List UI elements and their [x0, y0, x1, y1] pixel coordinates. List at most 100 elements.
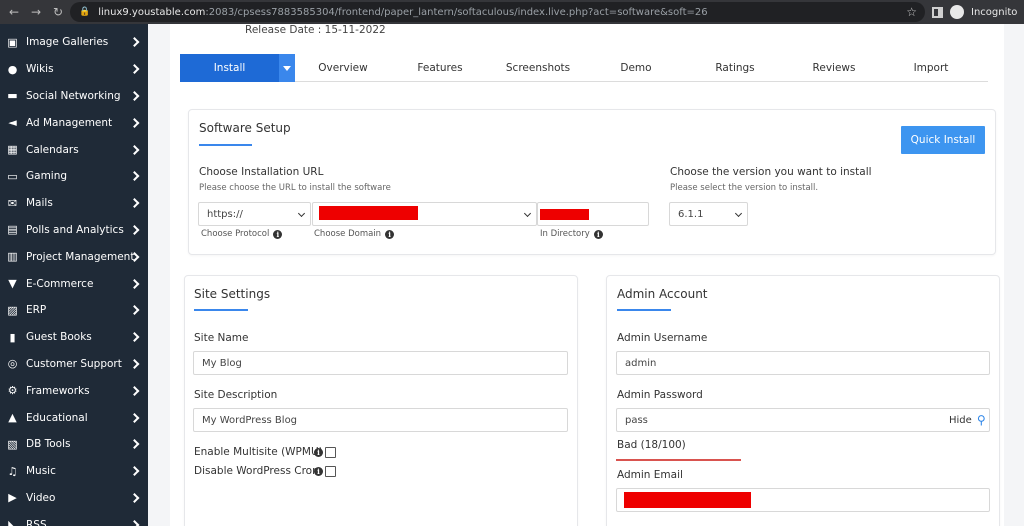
tab-reviews[interactable]: Reviews: [785, 54, 883, 82]
calendar-icon: ▦: [7, 143, 18, 157]
sidebar-item-label: Image Galleries: [26, 36, 109, 49]
sidebar-item-label: Polls and Analytics: [26, 223, 124, 236]
install-dropdown-button[interactable]: [279, 54, 295, 82]
software-setup-title: Software Setup: [199, 121, 291, 135]
sidebar-item-label: Wikis: [26, 63, 54, 76]
address-bar[interactable]: 🔒 linux9.youstable.com:2083/cpsess788358…: [70, 2, 925, 22]
cart-icon: ▼: [8, 277, 17, 291]
quick-install-button[interactable]: Quick Install: [901, 126, 985, 154]
sidebar-item-label: Mails: [26, 197, 53, 210]
tab-import[interactable]: Import: [883, 54, 979, 82]
admin-account-underline: [617, 309, 671, 311]
info-icon[interactable]: i: [385, 229, 395, 239]
admin-email-label: Admin Email: [617, 469, 683, 481]
sidebar-item-label: Frameworks: [26, 384, 90, 397]
protocol-hint-text: Choose Protocol: [201, 229, 270, 239]
sidebar-item-label: Educational: [26, 411, 88, 424]
main-content: Release Date : 15-11-2022 Install Overvi…: [148, 24, 1024, 526]
sidebar-item-polls-and-analytics[interactable]: ▤ Polls and Analytics: [0, 217, 148, 244]
bookmark-star-icon[interactable]: ☆: [906, 5, 917, 19]
chevron-right-icon: [129, 171, 140, 182]
hide-label: Hide: [949, 414, 972, 426]
password-strength-bar: [616, 459, 741, 461]
release-date: Release Date : 15-11-2022: [245, 24, 386, 36]
sidebar-item-mails[interactable]: ✉ Mails: [0, 190, 148, 217]
tab-overview[interactable]: Overview: [295, 54, 391, 82]
gamepad-icon: ▭: [7, 169, 18, 183]
sidebar-item-label: ERP: [26, 304, 47, 317]
chevron-right-icon: [129, 439, 140, 450]
poll-icon: ▤: [7, 223, 18, 237]
sidebar-item-label: RSS: [26, 518, 47, 526]
sidebar-item-ad-management[interactable]: ◄ Ad Management: [0, 109, 148, 136]
domain-hint-text: Choose Domain: [314, 229, 382, 239]
sidebar-item-music[interactable]: ♫ Music: [0, 458, 148, 485]
sidebar-item-gaming[interactable]: ▭ Gaming: [0, 163, 148, 190]
chevron-right-icon: [129, 492, 140, 503]
protocol-value: https://: [207, 208, 243, 220]
sidebar-item-customer-support[interactable]: ◎ Customer Support: [0, 351, 148, 378]
sidebar-item-label: Music: [26, 465, 56, 478]
tab-install[interactable]: Install: [180, 54, 279, 82]
tab-demo[interactable]: Demo: [587, 54, 685, 82]
multisite-checkbox[interactable]: [325, 447, 336, 458]
envelope-icon: ✉: [7, 196, 18, 210]
sidebar-item-image-galleries[interactable]: ▣ Image Galleries: [0, 29, 148, 56]
megaphone-icon: ◄: [8, 116, 17, 130]
url-host: linux9.youstable.com: [98, 6, 206, 18]
sidebar-item-e-commerce[interactable]: ▼ E-Commerce: [0, 270, 148, 297]
sidebar-item-guest-books[interactable]: ▮ Guest Books: [0, 324, 148, 351]
admin-username-input[interactable]: admin: [616, 351, 990, 375]
chevron-right-icon: [129, 412, 140, 423]
tab-features[interactable]: Features: [391, 54, 489, 82]
sidebar-item-rss[interactable]: ◣ RSS: [0, 511, 148, 526]
back-icon[interactable]: ←: [3, 5, 25, 19]
disable-cron-checkbox[interactable]: [325, 466, 336, 477]
chevron-right-icon: [129, 117, 140, 128]
lock-icon: 🔒: [79, 7, 91, 17]
sidebar-item-calendars[interactable]: ▦ Calendars: [0, 136, 148, 163]
reload-icon[interactable]: ↻: [47, 5, 69, 19]
clipboard-icon: ▥: [7, 250, 18, 264]
info-icon[interactable]: i: [314, 467, 323, 476]
hide-password-toggle[interactable]: Hide ⚲: [949, 413, 986, 427]
multisite-label: Enable Multisite (WPMU): [194, 446, 323, 458]
password-strength-text: Bad (18/100): [617, 439, 686, 451]
software-setup-underline: [199, 144, 252, 146]
domain-redaction: [319, 206, 418, 220]
directory-hint-text: In Directory: [540, 229, 590, 239]
tab-ratings[interactable]: Ratings: [685, 54, 785, 82]
lifebuoy-icon: ◎: [7, 357, 18, 371]
sidebar-item-social-networking[interactable]: ▬ Social Networking: [0, 83, 148, 110]
chart-icon: ▨: [7, 303, 18, 317]
info-icon[interactable]: i: [593, 229, 603, 239]
chevron-down-icon: [734, 209, 743, 218]
sidebar-item-erp[interactable]: ▨ ERP: [0, 297, 148, 324]
sidebar-item-label: Gaming: [26, 170, 68, 183]
sidebar-item-wikis[interactable]: ● Wikis: [0, 56, 148, 83]
info-icon[interactable]: i: [273, 229, 283, 239]
admin-password-input[interactable]: pass: [616, 408, 990, 432]
tab-screenshots[interactable]: Screenshots: [489, 54, 587, 82]
version-select[interactable]: 6.1.1: [669, 202, 748, 226]
sidebar-item-label: Video: [26, 491, 56, 504]
info-icon[interactable]: i: [314, 448, 323, 457]
sidebar-item-label: Project Management: [26, 250, 135, 263]
site-name-input[interactable]: My Blog: [193, 351, 568, 375]
sidebar-item-frameworks[interactable]: ⚙ Frameworks: [0, 377, 148, 404]
sidebar-item-educational[interactable]: ▲ Educational: [0, 404, 148, 431]
version-label: Choose the version you want to install: [670, 166, 872, 178]
browser-toolbar: ← → ↻ 🔒 linux9.youstable.com:2083/cpsess…: [0, 0, 1024, 24]
side-panel-icon[interactable]: [932, 6, 943, 18]
chevron-right-icon: [129, 519, 140, 526]
protocol-select[interactable]: https://: [198, 202, 311, 226]
sidebar-item-db-tools[interactable]: ▧ DB Tools: [0, 431, 148, 458]
caret-down-icon: [283, 65, 291, 71]
site-description-input[interactable]: My WordPress Blog: [193, 408, 568, 432]
cogs-icon: ⚙: [7, 384, 18, 398]
chevron-right-icon: [129, 225, 140, 235]
sidebar-item-video[interactable]: ▶ Video: [0, 485, 148, 512]
chevron-right-icon: [129, 359, 140, 369]
sidebar-item-project-management[interactable]: ▥ Project Management: [0, 243, 148, 270]
forward-icon[interactable]: →: [25, 5, 47, 19]
